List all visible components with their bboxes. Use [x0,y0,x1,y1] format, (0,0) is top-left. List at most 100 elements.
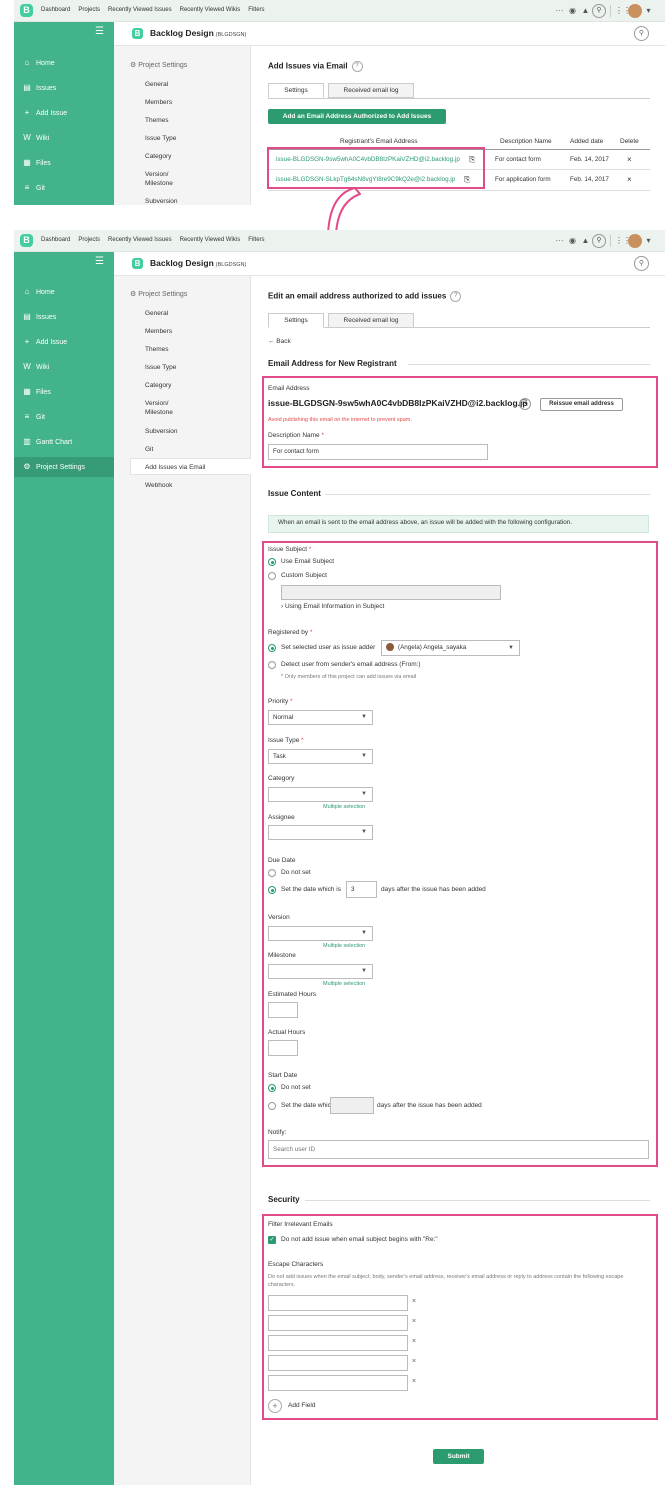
settings-item-general[interactable]: General [145,309,168,318]
user-select[interactable]: (Angela) Angela_sayaka ▼ [381,640,520,656]
search-icon[interactable]: ⚲ [634,256,649,271]
nav-dashboard[interactable]: Dashboard [41,7,70,13]
sidebar-item-issues[interactable]: ▤ Issues [22,312,56,321]
custom-subject-input[interactable] [281,585,501,600]
start-radio-days[interactable] [268,1102,276,1110]
settings-item-add-issues-via-email[interactable]: Add Issues via Email [145,463,205,472]
settings-item-subversion[interactable]: Subversion [145,427,178,436]
project-title[interactable]: Backlog Design (BLGDSGN) [150,28,246,38]
bell-icon[interactable]: ▲ [579,236,592,245]
more-icon[interactable]: ··· [553,6,566,15]
reissue-button[interactable]: Reissue email address [540,398,623,411]
assignee-select[interactable]: ▼ [268,825,373,840]
delete-icon[interactable]: × [627,175,632,184]
remove-field-icon[interactable]: × [412,1338,416,1345]
sidebar-item-home[interactable]: ⌂ Home [22,58,55,67]
avatar[interactable] [628,234,642,248]
remove-field-icon[interactable]: × [412,1378,416,1385]
due-radio-days[interactable] [268,886,276,894]
chevron-down-icon[interactable]: ▾ [642,236,655,245]
copy-icon[interactable]: ⎘ [519,398,531,410]
notify-input[interactable] [268,1140,649,1159]
chevron-down-icon[interactable]: ▾ [642,6,655,15]
menu-icon[interactable]: ☰ [95,26,104,37]
start-days-input[interactable] [330,1097,374,1114]
add-field-link[interactable]: Add Field [288,1402,315,1409]
remove-field-icon[interactable]: × [412,1298,416,1305]
sidebar-item-files[interactable]: ▦ Files [22,387,51,396]
backlog-logo[interactable]: B [20,4,33,17]
description-input[interactable]: For contact form [268,444,488,460]
settings-item-webhook[interactable]: Webhook [145,481,172,490]
escape-input[interactable] [268,1375,408,1391]
tab-email-log[interactable]: Received email log [328,83,414,98]
category-multiple-link[interactable]: Multiple selection [323,804,365,810]
remove-field-icon[interactable]: × [412,1318,416,1325]
settings-item-issue-type[interactable]: Issue Type [145,134,176,143]
sidebar-item-issues[interactable]: ▤ Issues [22,83,56,92]
settings-item-themes[interactable]: Themes [145,116,168,125]
nav-recent-wikis[interactable]: Recently Viewed Wikis [180,7,241,13]
settings-item-members[interactable]: Members [145,98,172,107]
bell-icon[interactable]: ▲ [579,6,592,15]
sidebar-item-project-settings[interactable]: ⚙ Project Settings [22,462,85,471]
sidebar-item-add-issue[interactable]: + Add Issue [22,337,67,346]
subject-radio-custom[interactable] [268,572,276,580]
nav-recent-issues[interactable]: Recently Viewed Issues [108,237,172,243]
search-icon[interactable]: ⚲ [634,26,649,41]
filter-checkbox[interactable]: ✓ [268,1236,276,1244]
sidebar-item-wiki[interactable]: W Wiki [22,362,49,371]
project-title[interactable]: Backlog Design (BLGDSGN) [150,258,246,268]
apps-grid-icon[interactable]: ⋮⋮ [615,236,631,245]
settings-item-subversion[interactable]: Subversion [145,197,178,206]
escape-input[interactable] [268,1315,408,1331]
sidebar-item-files[interactable]: ▦ Files [22,158,51,167]
nav-projects[interactable]: Projects [78,7,100,13]
milestone-multiple-link[interactable]: Multiple selection [323,981,365,987]
nav-recent-wikis[interactable]: Recently Viewed Wikis [180,237,241,243]
due-days-input[interactable]: 3 [346,881,377,898]
sidebar-item-home[interactable]: ⌂ Home [22,287,55,296]
version-multiple-link[interactable]: Multiple selection [323,943,365,949]
tab-settings[interactable]: Settings [268,313,324,328]
escape-input[interactable] [268,1335,408,1351]
escape-input[interactable] [268,1355,408,1371]
settings-item-themes[interactable]: Themes [145,345,168,354]
delete-icon[interactable]: × [627,155,632,164]
watch-icon[interactable]: ◉ [566,236,579,245]
nav-dashboard[interactable]: Dashboard [41,237,70,243]
remove-field-icon[interactable]: × [412,1358,416,1365]
backlog-logo[interactable]: B [20,234,33,247]
issue-type-select[interactable]: Task ▼ [268,749,373,764]
subject-radio-email[interactable] [268,558,276,566]
escape-input[interactable] [268,1295,408,1311]
more-icon[interactable]: ··· [553,236,566,245]
registered-radio-user[interactable] [268,644,276,652]
add-email-button[interactable]: Add an Email Address Authorized to Add I… [268,109,446,124]
avatar[interactable] [628,4,642,18]
sidebar-item-git[interactable]: ≡ Git [22,412,45,421]
search-icon[interactable]: ⚲ [592,234,606,248]
settings-item-general[interactable]: General [145,80,168,89]
settings-item-members[interactable]: Members [145,327,172,336]
settings-item-category[interactable]: Category [145,152,171,161]
version-select[interactable]: ▼ [268,926,373,941]
settings-item-category[interactable]: Category [145,381,171,390]
add-field-icon[interactable]: + [268,1399,282,1413]
nav-projects[interactable]: Projects [78,237,100,243]
category-select[interactable]: ▼ [268,787,373,802]
nav-recent-issues[interactable]: Recently Viewed Issues [108,7,172,13]
nav-filters[interactable]: Filters [248,7,264,13]
sidebar-item-git[interactable]: ≡ Git [22,183,45,192]
sidebar-item-wiki[interactable]: W Wiki [22,133,49,142]
registered-radio-detect[interactable] [268,661,276,669]
back-link[interactable]: ← Back [268,338,291,345]
settings-item-version[interactable]: Version/ Milestone [145,170,173,188]
settings-item-version[interactable]: Version/ Milestone [145,399,173,417]
settings-item-git[interactable]: Git [145,445,153,454]
due-radio-none[interactable] [268,869,276,877]
tab-settings[interactable]: Settings [268,83,324,98]
subject-info-toggle[interactable]: › Using Email Information in Subject [281,603,384,610]
search-icon[interactable]: ⚲ [592,4,606,18]
help-icon[interactable]: ? [450,291,462,302]
